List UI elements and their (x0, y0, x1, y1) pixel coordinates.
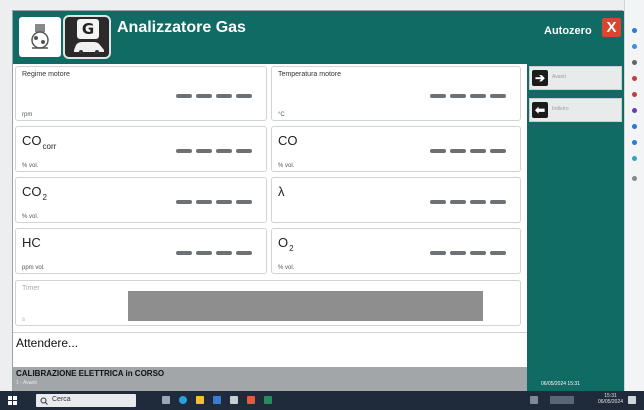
o2-symbol: O2 (278, 235, 294, 253)
timer-unit: s (22, 317, 25, 323)
timer-label: Timer (22, 285, 40, 292)
g-badge: G (77, 19, 99, 39)
regime-unit: rpm (22, 112, 33, 118)
app-header: G Analizzatore Gas Autozero X (13, 11, 624, 64)
co-corr-unit: % vol. (22, 163, 39, 169)
co2-unit: % vol. (22, 214, 39, 220)
back-label: Indietro (552, 106, 569, 112)
notifications-icon[interactable] (628, 396, 636, 404)
temperatura-panel: Temperatura motore °C (271, 66, 521, 121)
co2-panel: CO2 % vol. (15, 177, 267, 223)
message-area: Attendere... (13, 332, 527, 367)
hc-panel: HC ppm vol. (15, 228, 267, 274)
browser-sidebar (624, 0, 644, 391)
app-icon[interactable] (264, 396, 272, 404)
app-icon[interactable] (632, 92, 637, 97)
taskbar-search[interactable]: Cerca (36, 394, 136, 407)
status-secondary: 1 - Avanti (16, 380, 37, 386)
o2-panel: O2 % vol. (271, 228, 521, 274)
search-icon (40, 397, 48, 405)
regime-value (176, 93, 252, 98)
regime-label: Regime motore (22, 71, 70, 78)
co-corr-symbol: COcorr (22, 133, 57, 151)
tray-icons[interactable] (550, 396, 574, 404)
temperatura-value (430, 93, 506, 98)
clock-date: 06/05/2024 (598, 399, 624, 405)
hc-value (176, 251, 252, 255)
co-corr-panel: COcorr % vol. (15, 126, 267, 172)
windows-start-icon[interactable] (8, 396, 17, 405)
lambda-value (430, 200, 506, 204)
next-label: Avanti (552, 74, 566, 80)
gas-analyzer-module-button[interactable]: G (63, 15, 111, 59)
taskbar-clock[interactable]: 15:31 06/05/2024 (598, 393, 623, 405)
back-button[interactable]: ⬅ Indietro (529, 98, 622, 122)
close-button[interactable]: X (602, 18, 621, 37)
settings-icon[interactable] (230, 396, 238, 404)
co-corr-value (176, 149, 252, 153)
side-datetime: 06/05/2024 15:31 (541, 381, 580, 387)
status-primary: CALIBRAZIONE ELETTRICA in CORSO (16, 369, 165, 378)
hc-symbol: HC (22, 235, 41, 250)
temperatura-label: Temperatura motore (278, 71, 342, 78)
co-panel: CO % vol. (271, 126, 521, 172)
timer-panel: Timer s (15, 280, 521, 326)
arrow-left-icon: ⬅ (532, 102, 548, 118)
app-icon[interactable] (632, 156, 637, 161)
app-icon[interactable] (632, 76, 637, 81)
app-icon[interactable] (632, 28, 637, 33)
car-icon (74, 42, 104, 54)
o2-unit: % vol. (278, 265, 295, 271)
co2-value (176, 200, 252, 204)
lambda-panel: λ (271, 177, 521, 223)
task-view-icon[interactable] (162, 396, 170, 404)
o2-value (430, 251, 506, 255)
temperatura-unit: °C (278, 112, 285, 118)
file-explorer-icon[interactable] (196, 396, 204, 404)
autozero-label: Autozero (544, 25, 592, 37)
taskbar: Cerca 15:31 06/05/2024 (0, 391, 644, 410)
status-bar: CALIBRAZIONE ELETTRICA in CORSO 1 - Avan… (13, 367, 527, 392)
search-placeholder: Cerca (52, 396, 71, 403)
co2-symbol: CO2 (22, 184, 47, 202)
tray-icon[interactable] (530, 396, 538, 404)
lambda-symbol: λ (278, 184, 285, 199)
arrow-right-icon: ➔ (532, 70, 548, 86)
side-panel: ➔ Avanti ⬅ Indietro 06/05/2024 15:31 (527, 64, 624, 392)
edge-browser-icon[interactable] (179, 396, 187, 404)
search-icon[interactable] (632, 60, 637, 65)
store-icon[interactable] (213, 396, 221, 404)
app-icon[interactable] (632, 108, 637, 113)
brand-logo (19, 17, 61, 57)
app-window: G Analizzatore Gas Autozero X Regime mot… (12, 10, 624, 392)
add-icon[interactable] (632, 176, 637, 181)
app-icon[interactable] (632, 140, 637, 145)
app-icon[interactable] (632, 124, 637, 129)
app-title: Analizzatore Gas (117, 19, 246, 36)
next-button[interactable]: ➔ Avanti (529, 66, 622, 90)
co-symbol: CO (278, 133, 298, 148)
app-icon[interactable] (247, 396, 255, 404)
hc-unit: ppm vol. (22, 265, 45, 271)
co-unit: % vol. (278, 163, 295, 169)
app-icon[interactable] (632, 44, 637, 49)
regime-panel: Regime motore rpm (15, 66, 267, 121)
timer-progress-bar (128, 291, 483, 321)
wait-message: Attendere... (16, 336, 79, 350)
measurement-grid: Regime motore rpm Temperatura motore °C … (13, 64, 527, 332)
desktop: G Analizzatore Gas Autozero X Regime mot… (0, 0, 644, 410)
co-value (430, 149, 506, 153)
